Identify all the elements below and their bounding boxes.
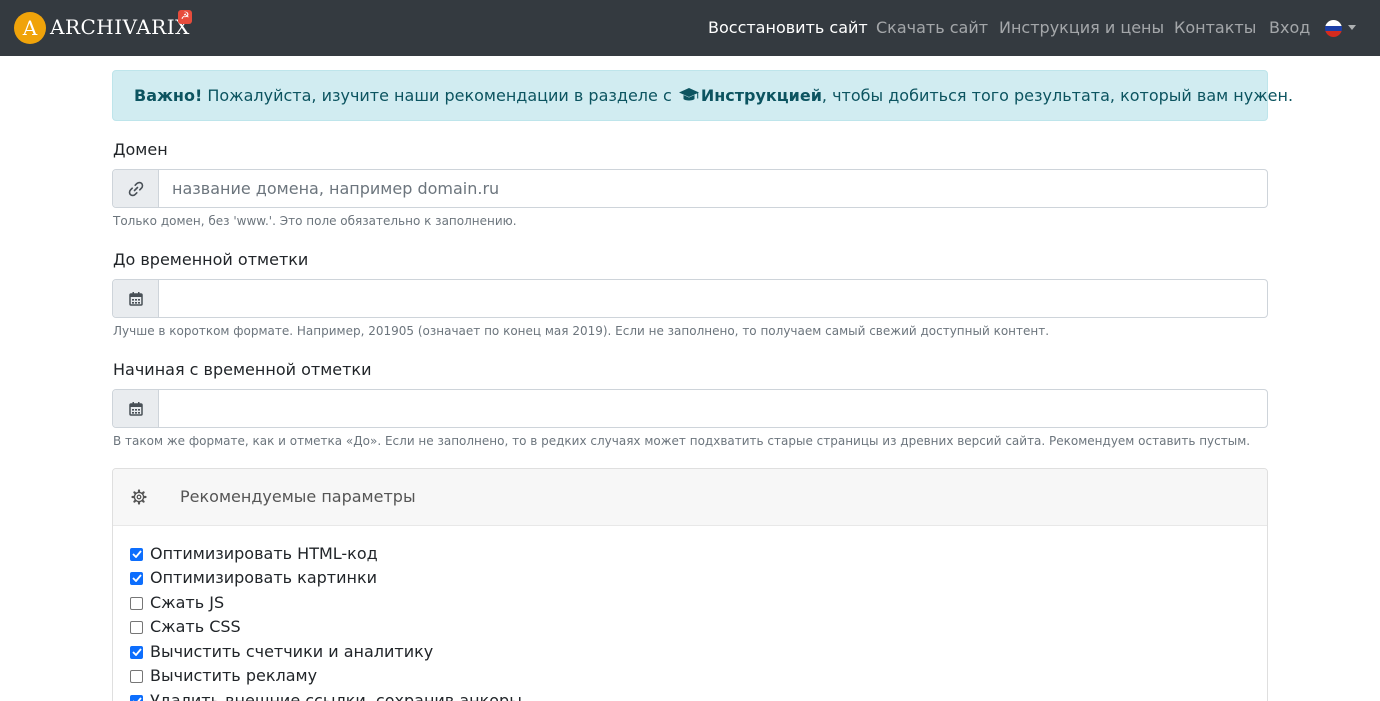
option-minify-css[interactable]: Сжать CSS: [130, 616, 241, 638]
nav-restore-site[interactable]: Восстановить сайт: [708, 17, 868, 39]
from-timestamp-label: Начиная с временной отметки: [113, 360, 372, 379]
to-timestamp-label: До временной отметки: [113, 250, 309, 269]
to-timestamp-input-group: [112, 279, 1268, 318]
from-timestamp-input-group: [112, 389, 1268, 428]
instructions-link[interactable]: Инструкцией: [701, 86, 822, 105]
link-icon: [128, 181, 143, 196]
navbar: A ARCHIVARIX ☭ Восстановить сайт Скачать…: [0, 0, 1380, 56]
option-remove-ads[interactable]: Вычистить рекламу: [130, 665, 317, 687]
info-alert: Важно! Пожалуйста, изучите наши рекоменд…: [112, 70, 1293, 121]
brand-name[interactable]: ARCHIVARIX: [50, 13, 190, 41]
logo-icon[interactable]: A: [14, 12, 46, 44]
gear-icon: [131, 489, 147, 505]
alert-strong: Важно!: [134, 86, 203, 105]
nav-contacts[interactable]: Контакты: [1174, 17, 1256, 39]
alert-text-before: Пожалуйста, изучите наши рекомендации в …: [202, 86, 677, 105]
checkbox[interactable]: [130, 694, 143, 701]
calendar-icon: [128, 291, 143, 306]
option-label[interactable]: Сжать JS: [150, 592, 224, 614]
option-label[interactable]: Сжать CSS: [150, 616, 241, 638]
domain-label: Домен: [113, 140, 168, 159]
recommended-params-card: Рекомендуемые параметры Оптимизировать H…: [112, 468, 1268, 701]
chevron-down-icon[interactable]: [1348, 25, 1356, 30]
domain-input[interactable]: [160, 170, 1267, 207]
option-label[interactable]: Оптимизировать картинки: [150, 567, 377, 589]
nav-login[interactable]: Вход: [1269, 17, 1310, 39]
calendar-icon: [128, 401, 143, 416]
option-label[interactable]: Оптимизировать HTML-код: [150, 543, 378, 565]
from-timestamp-addon: [113, 390, 159, 427]
checkbox[interactable]: [130, 669, 143, 683]
option-label[interactable]: Вычистить рекламу: [150, 665, 317, 687]
checkbox[interactable]: [130, 596, 143, 610]
to-timestamp-addon: [113, 280, 159, 317]
russian-flag-icon[interactable]: [1325, 20, 1342, 37]
option-optimize-images[interactable]: Оптимизировать картинки: [130, 567, 377, 589]
checkbox[interactable]: [130, 547, 143, 561]
to-timestamp-help: Лучше в коротком формате. Например, 2019…: [113, 324, 1050, 338]
graduation-cap-icon: [678, 88, 699, 101]
checkbox[interactable]: [130, 571, 143, 585]
domain-help: Только домен, без 'www.'. Это поле обяза…: [113, 214, 517, 228]
option-minify-js[interactable]: Сжать JS: [130, 592, 224, 614]
domain-input-group: [112, 169, 1268, 208]
from-timestamp-help: В таком же формате, как и отметка «До». …: [113, 434, 1251, 448]
option-remove-counters[interactable]: Вычистить счетчики и аналитику: [130, 641, 433, 663]
alert-text-after: , чтобы добиться того результата, которы…: [821, 86, 1294, 105]
recommended-params-header[interactable]: Рекомендуемые параметры: [113, 469, 1267, 526]
recommended-params-title: Рекомендуемые параметры: [180, 487, 416, 506]
to-timestamp-input[interactable]: [160, 280, 1267, 317]
brand-badge-icon: ☭: [178, 10, 192, 24]
domain-addon: [113, 170, 159, 207]
from-timestamp-input[interactable]: [160, 390, 1267, 427]
option-optimize-html[interactable]: Оптимизировать HTML-код: [130, 543, 378, 565]
option-label[interactable]: Удалить внешние ссылки, сохранив анкоры: [150, 690, 522, 701]
option-label[interactable]: Вычистить счетчики и аналитику: [150, 641, 433, 663]
option-remove-external-links[interactable]: Удалить внешние ссылки, сохранив анкоры: [130, 690, 522, 701]
nav-instructions-prices[interactable]: Инструкция и цены: [999, 17, 1164, 39]
checkbox[interactable]: [130, 620, 143, 634]
checkbox[interactable]: [130, 645, 143, 659]
nav-download-site[interactable]: Скачать сайт: [876, 17, 988, 39]
